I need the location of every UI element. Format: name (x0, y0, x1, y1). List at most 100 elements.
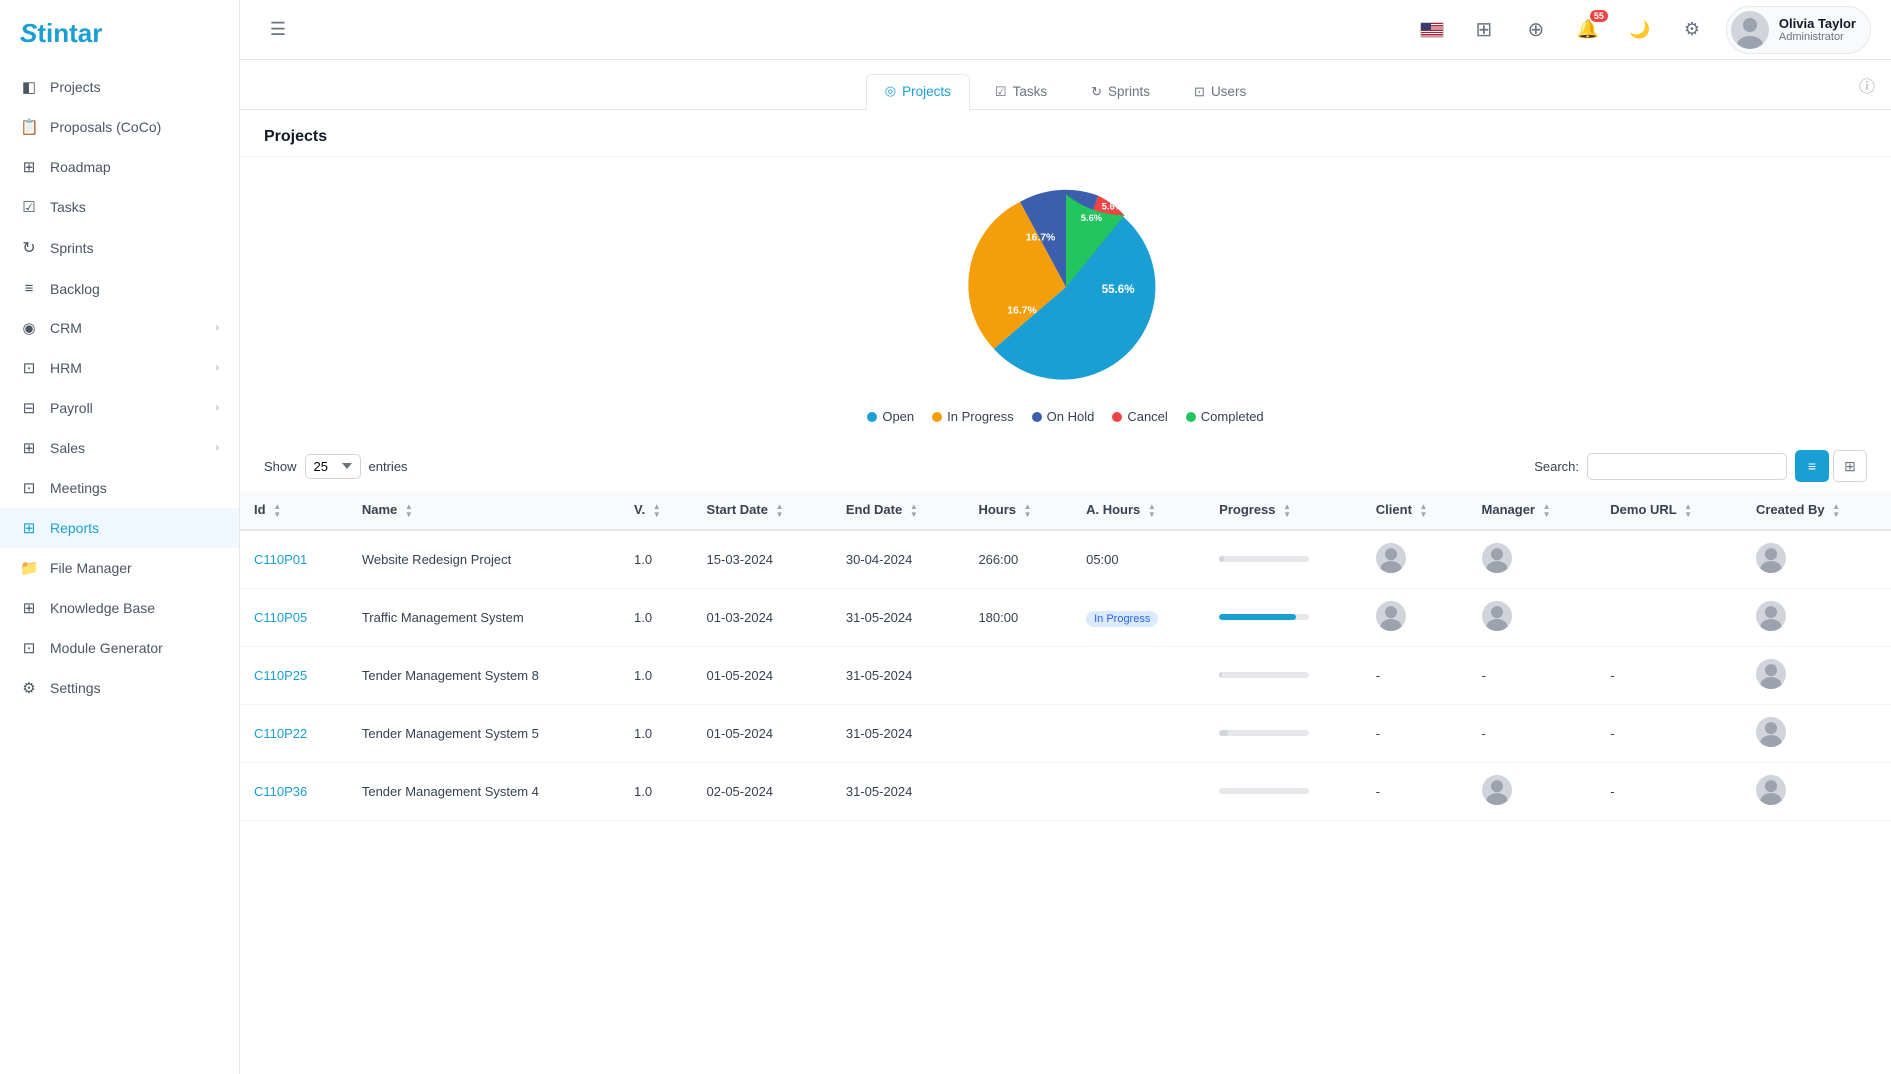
client-avatar (1376, 543, 1406, 573)
cell-hours (964, 762, 1072, 820)
cell-end-date: 31-05-2024 (832, 588, 965, 646)
col-name[interactable]: Name ▲▼ (348, 492, 620, 530)
logo[interactable]: Stintar (0, 0, 239, 67)
sprints-icon: ↻ (20, 238, 38, 258)
sidebar-item-reports[interactable]: ⊞ Reports (0, 508, 239, 548)
table-wrapper: Id ▲▼ Name ▲▼ V. ▲▼ (240, 492, 1891, 841)
cell-start-date: 02-05-2024 (693, 762, 832, 820)
tab-tasks[interactable]: ☑ Tasks (976, 75, 1066, 110)
user-role: Administrator (1779, 31, 1856, 43)
project-id-link[interactable]: C110P25 (254, 668, 307, 683)
col-demo-url[interactable]: Demo URL ▲▼ (1596, 492, 1742, 530)
list-view-button[interactable]: ≡ (1795, 450, 1829, 482)
sidebar-item-sprints[interactable]: ↻ Sprints (0, 227, 239, 269)
col-ahours[interactable]: A. Hours ▲▼ (1072, 492, 1205, 530)
cell-ahours (1072, 762, 1205, 820)
sidebar-item-payroll[interactable]: ⊟ Payroll › (0, 388, 239, 428)
sidebar-item-sales[interactable]: ⊞ Sales › (0, 428, 239, 468)
project-id-link[interactable]: C110P05 (254, 610, 307, 625)
sidebar-item-filemanager[interactable]: 📁 File Manager (0, 548, 239, 588)
notifications-button[interactable]: 🔔 55 (1570, 12, 1606, 48)
settings-button[interactable]: ⚙ (1674, 12, 1710, 48)
chart-section: 55.6% 16.7% 16.7% 5.6% 5.6% Open (240, 157, 1891, 434)
tab-sprints-icon: ↻ (1091, 84, 1102, 100)
grid-view-icon: ⊞ (1844, 458, 1856, 475)
sort-id-icon: ▲▼ (273, 503, 281, 519)
tab-projects[interactable]: ◎ Projects (866, 74, 970, 110)
show-label: Show (264, 459, 297, 474)
progress-bar (1219, 788, 1309, 794)
backlog-icon: ≡ (20, 280, 38, 297)
cell-name: Tender Management System 4 (348, 762, 620, 820)
projects-table: Id ▲▼ Name ▲▼ V. ▲▼ (240, 492, 1891, 821)
col-id[interactable]: Id ▲▼ (240, 492, 348, 530)
sidebar-item-crm[interactable]: ◉ CRM › (0, 308, 239, 348)
tab-sprints[interactable]: ↻ Sprints (1072, 75, 1169, 110)
sidebar-item-hrm[interactable]: ⊡ HRM › (0, 348, 239, 388)
sidebar-item-settings[interactable]: ⚙ Settings (0, 668, 239, 708)
col-progress[interactable]: Progress ▲▼ (1205, 492, 1362, 530)
cell-id: C110P25 (240, 646, 348, 704)
project-id-link[interactable]: C110P22 (254, 726, 307, 741)
col-created-by[interactable]: Created By ▲▼ (1742, 492, 1891, 530)
cell-v: 1.0 (620, 762, 693, 820)
sidebar-item-knowledgebase[interactable]: ⊞ Knowledge Base (0, 588, 239, 628)
legend-onhold: On Hold (1032, 409, 1095, 424)
view-toggle: ≡ ⊞ (1795, 450, 1867, 482)
project-id-link[interactable]: C110P36 (254, 784, 307, 799)
apps-button[interactable]: ⊞ (1466, 12, 1502, 48)
col-start-date[interactable]: Start Date ▲▼ (693, 492, 832, 530)
menu-button[interactable]: ☰ (260, 12, 296, 48)
tab-tasks-icon: ☑ (995, 84, 1007, 100)
legend-open-dot (867, 412, 877, 422)
col-v[interactable]: V. ▲▼ (620, 492, 693, 530)
cell-hours (964, 646, 1072, 704)
sort-startdate-icon: ▲▼ (776, 503, 784, 519)
svg-text:5.6%: 5.6% (1080, 213, 1101, 223)
cell-v: 1.0 (620, 704, 693, 762)
grid-icon: ⊞ (1476, 17, 1493, 42)
pie-chart: 55.6% 16.7% 16.7% 5.6% 5.6% (936, 177, 1196, 397)
sidebar: Stintar ◧ Projects 📋 Proposals (CoCo) ⊞ … (0, 0, 240, 1074)
theme-toggle[interactable]: 🌙 (1622, 12, 1658, 48)
created-by-avatar (1756, 775, 1786, 805)
language-selector[interactable] (1414, 12, 1450, 48)
project-id-link[interactable]: C110P01 (254, 552, 307, 567)
cell-client: - (1362, 704, 1468, 762)
search-input[interactable] (1587, 453, 1787, 480)
sales-icon: ⊞ (20, 439, 38, 457)
add-button[interactable]: ⊕ (1518, 12, 1554, 48)
col-end-date[interactable]: End Date ▲▼ (832, 492, 965, 530)
sort-hours-icon: ▲▼ (1024, 503, 1032, 519)
projects-icon: ◧ (20, 78, 38, 96)
sidebar-item-meetings[interactable]: ⊡ Meetings (0, 468, 239, 508)
sidebar-item-roadmap[interactable]: ⊞ Roadmap (0, 147, 239, 187)
col-hours[interactable]: Hours ▲▼ (964, 492, 1072, 530)
table-row: C110P01 Website Redesign Project 1.0 15-… (240, 530, 1891, 589)
table-controls: Show 25 10 50 100 entries Search: ≡ ⊞ (240, 434, 1891, 492)
sidebar-item-projects[interactable]: ◧ Projects (0, 67, 239, 107)
search-label: Search: (1534, 459, 1579, 474)
tab-users[interactable]: ⊡ Users (1175, 75, 1265, 110)
sidebar-item-tasks[interactable]: ☑ Tasks (0, 187, 239, 227)
sidebar-item-backlog[interactable]: ≡ Backlog (0, 269, 239, 308)
svg-text:5.6%: 5.6% (1101, 201, 1122, 211)
user-menu[interactable]: Olivia Taylor Administrator (1726, 6, 1871, 54)
sidebar-item-proposals[interactable]: 📋 Proposals (CoCo) (0, 107, 239, 147)
legend-completed: Completed (1186, 409, 1264, 424)
cell-progress (1205, 530, 1362, 589)
progress-fill (1219, 730, 1228, 736)
cell-hours: 266:00 (964, 530, 1072, 589)
sales-chevron-icon: › (215, 442, 219, 454)
grid-view-button[interactable]: ⊞ (1833, 450, 1867, 482)
client-avatar (1376, 601, 1406, 631)
sidebar-item-modulegenerator[interactable]: ⊡ Module Generator (0, 628, 239, 668)
cell-id: C110P05 (240, 588, 348, 646)
entries-select[interactable]: 25 10 50 100 (305, 454, 361, 479)
settings-icon: ⚙ (20, 679, 38, 697)
col-manager[interactable]: Manager ▲▼ (1468, 492, 1597, 530)
user-info: Olivia Taylor Administrator (1779, 16, 1856, 43)
info-icon[interactable]: ⓘ (1859, 73, 1875, 97)
svg-text:16.7%: 16.7% (1025, 233, 1055, 244)
col-client[interactable]: Client ▲▼ (1362, 492, 1468, 530)
